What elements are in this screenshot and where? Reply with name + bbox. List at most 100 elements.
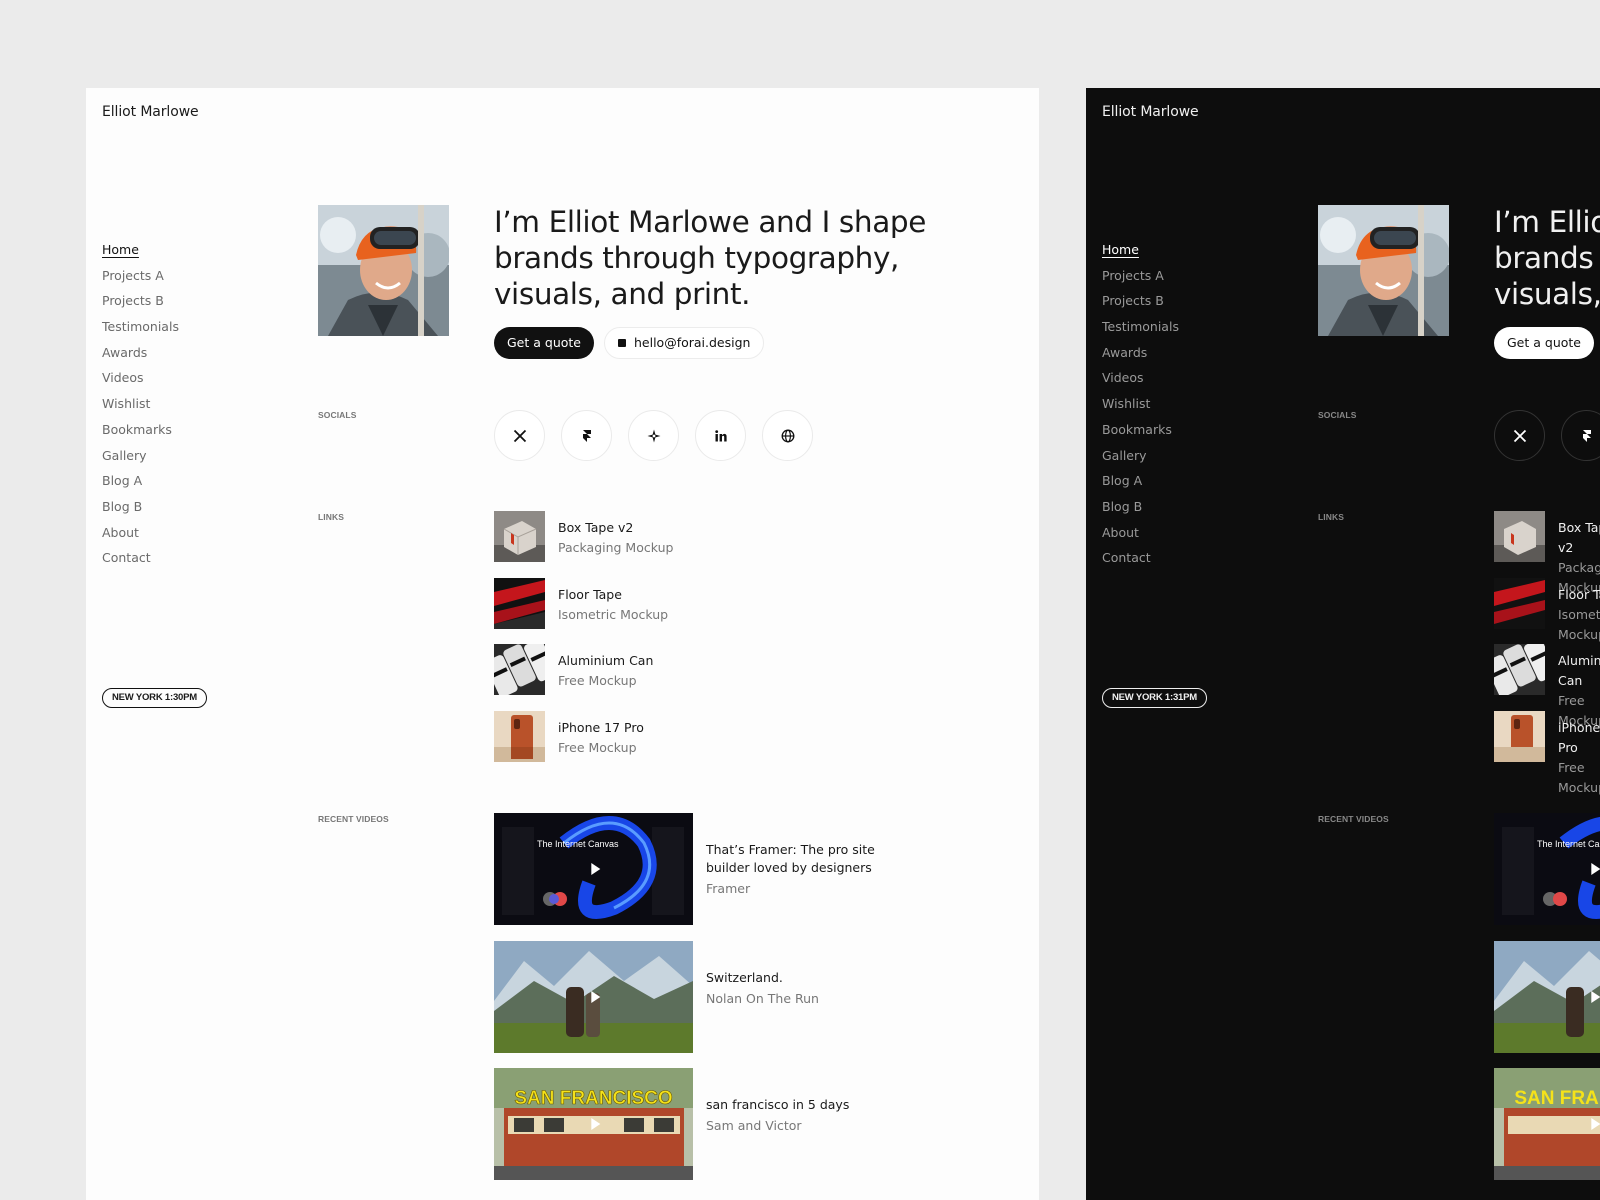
get-a-quote-button[interactable]: Get a quote [1494, 327, 1594, 359]
nav-item-projects-a[interactable]: Projects A [1102, 268, 1179, 294]
link-subtitle: Free Mockup [1558, 760, 1600, 796]
link-item[interactable]: Box Tape v2 Packaging Mockup [494, 511, 673, 578]
video-item[interactable]: Switzerland. Nolan On The Run [1494, 940, 1600, 1069]
link-item[interactable]: iPhone 17 Pro Free Mockup [494, 711, 673, 778]
video-item[interactable]: SAN FRANCISCO san francisco in 5 days Sa… [1494, 1068, 1600, 1196]
x-social-button[interactable] [1494, 410, 1545, 461]
sidebar-nav: Home Projects A Projects B Testimonials … [102, 242, 179, 576]
nav-item-blog-a[interactable]: Blog A [102, 473, 179, 499]
site-brand[interactable]: Elliot Marlowe [102, 104, 199, 120]
framer-video-thumbnail: The Internet Canvas [1494, 813, 1600, 925]
link-subtitle: Packaging Mockup [558, 540, 674, 555]
play-icon [1590, 990, 1600, 1003]
website-social-button[interactable] [762, 410, 813, 461]
nav-item-wishlist[interactable]: Wishlist [1102, 396, 1179, 422]
nav-item-contact[interactable]: Contact [1102, 550, 1179, 576]
nav-item-projects-b[interactable]: Projects B [102, 293, 179, 319]
hero-headline: I’m Elliot Marlowe and I shape brands th… [1494, 205, 1600, 311]
globe-icon [781, 429, 794, 442]
videos-list: The Internet Canvas That’s Framer: The p… [494, 813, 896, 1196]
link-title: iPhone 17 Pro [558, 720, 644, 736]
san-francisco-video-thumbnail: SAN FRANCISCO [1494, 1068, 1600, 1180]
iphone-thumbnail [494, 711, 545, 763]
video-channel: Sam and Victor [706, 1118, 802, 1133]
time-badge: NEW YORK 1:30PM [102, 688, 207, 708]
nav-item-testimonials[interactable]: Testimonials [102, 319, 179, 345]
link-item[interactable]: Box Tape v2 Packaging Mockup [1494, 511, 1600, 595]
link-item[interactable]: Aluminium Can Free Mockup [494, 644, 673, 711]
nav-item-projects-a[interactable]: Projects A [102, 268, 179, 294]
nav-item-videos[interactable]: Videos [102, 370, 179, 396]
video-channel: Framer [706, 881, 751, 896]
framer-icon [582, 429, 591, 442]
link-title: iPhone 17 Pro [1558, 720, 1600, 756]
video-channel: Nolan On The Run [706, 990, 819, 1006]
get-a-quote-button[interactable]: Get a quote [494, 327, 594, 359]
sparkle-social-button[interactable] [628, 410, 679, 461]
nav-item-about[interactable]: About [102, 525, 179, 551]
nav-item-videos[interactable]: Videos [1102, 370, 1179, 396]
videos-list: The Internet Canvas That’s Framer: The p… [1494, 813, 1600, 1196]
switzerland-video-thumbnail [1494, 940, 1600, 1053]
nav-item-about[interactable]: About [1102, 525, 1179, 551]
nav-item-home[interactable]: Home [1102, 242, 1179, 268]
nav-item-contact[interactable]: Contact [102, 550, 179, 576]
hero-headline: I’m Elliot Marlowe and I shape brands th… [494, 205, 926, 311]
video-title: Switzerland. [706, 969, 783, 985]
link-item[interactable]: iPhone 17 Pro Free Mockup [1494, 711, 1600, 795]
play-icon [590, 863, 600, 875]
mail-icon [617, 339, 626, 347]
switzerland-video-thumbnail [494, 940, 693, 1053]
link-title: Box Tape v2 [1558, 520, 1600, 555]
link-subtitle: Isometric Mockup [1558, 606, 1600, 642]
linkedin-social-button[interactable] [695, 410, 746, 461]
video-item[interactable]: SAN FRANCISCO san francisco in 5 days Sa… [494, 1068, 896, 1196]
nav-item-projects-b[interactable]: Projects B [1102, 293, 1179, 319]
cta-row: Get a quote hello@forai.design [494, 327, 765, 359]
link-item[interactable]: Floor Tape Isometric Mockup [494, 577, 673, 645]
nav-item-testimonials[interactable]: Testimonials [1102, 319, 1179, 345]
nav-item-blog-b[interactable]: Blog B [1102, 499, 1179, 525]
aluminium-can-thumbnail [494, 644, 545, 696]
box-tape-thumbnail [1494, 511, 1545, 562]
framer-social-button[interactable] [561, 410, 612, 461]
play-icon [1590, 1118, 1600, 1130]
nav-item-awards[interactable]: Awards [1102, 345, 1179, 371]
floor-tape-thumbnail [494, 577, 545, 629]
videos-section-label: RECENT VIDEOS [318, 814, 389, 824]
play-icon [590, 1118, 600, 1130]
time-badge: NEW YORK 1:31PM [1102, 688, 1207, 708]
san-francisco-video-thumbnail: SAN FRANCISCO [494, 1068, 693, 1180]
video-item[interactable]: The Internet Canvas That’s Framer: The p… [494, 813, 896, 941]
nav-item-bookmarks[interactable]: Bookmarks [102, 422, 179, 448]
video-item[interactable]: Switzerland. Nolan On The Run [494, 940, 896, 1069]
nav-item-bookmarks[interactable]: Bookmarks [1102, 422, 1179, 448]
site-brand[interactable]: Elliot Marlowe [1102, 104, 1199, 120]
nav-item-wishlist[interactable]: Wishlist [102, 396, 179, 422]
framer-video-thumbnail: The Internet Canvas [494, 813, 693, 925]
link-item[interactable]: Floor Tape Isometric Mockup [1494, 577, 1600, 645]
email-button[interactable]: hello@forai.design [603, 327, 765, 359]
videos-section-label: RECENT VIDEOS [1318, 814, 1389, 824]
link-title: Floor Tape [558, 586, 622, 602]
link-subtitle: Free Mockup [558, 740, 637, 756]
links-list: Box Tape v2 Packaging Mockup Floor Tape … [1494, 511, 1600, 795]
nav-item-awards[interactable]: Awards [102, 345, 179, 371]
link-title: Box Tape v2 [558, 520, 634, 535]
framer-social-button[interactable] [1561, 410, 1600, 461]
nav-item-blog-b[interactable]: Blog B [102, 499, 179, 525]
nav-item-blog-a[interactable]: Blog A [1102, 473, 1179, 499]
socials-row [1494, 410, 1600, 461]
svg-text:SAN FRANCISCO: SAN FRANCISCO [1514, 1088, 1600, 1109]
nav-item-gallery[interactable]: Gallery [102, 448, 179, 474]
nav-item-home[interactable]: Home [102, 242, 179, 268]
svg-text:The Internet Canvas: The Internet Canvas [537, 839, 619, 849]
nav-item-gallery[interactable]: Gallery [1102, 448, 1179, 474]
link-item[interactable]: Aluminium Can Free Mockup [1494, 644, 1600, 728]
links-list: Box Tape v2 Packaging Mockup Floor Tape … [494, 511, 673, 778]
video-item[interactable]: The Internet Canvas That’s Framer: The p… [1494, 813, 1600, 941]
framer-icon [1582, 429, 1591, 442]
profile-portrait [1318, 205, 1449, 336]
video-title: That’s Framer: The pro site builder love… [706, 842, 875, 875]
x-social-button[interactable] [494, 410, 545, 461]
